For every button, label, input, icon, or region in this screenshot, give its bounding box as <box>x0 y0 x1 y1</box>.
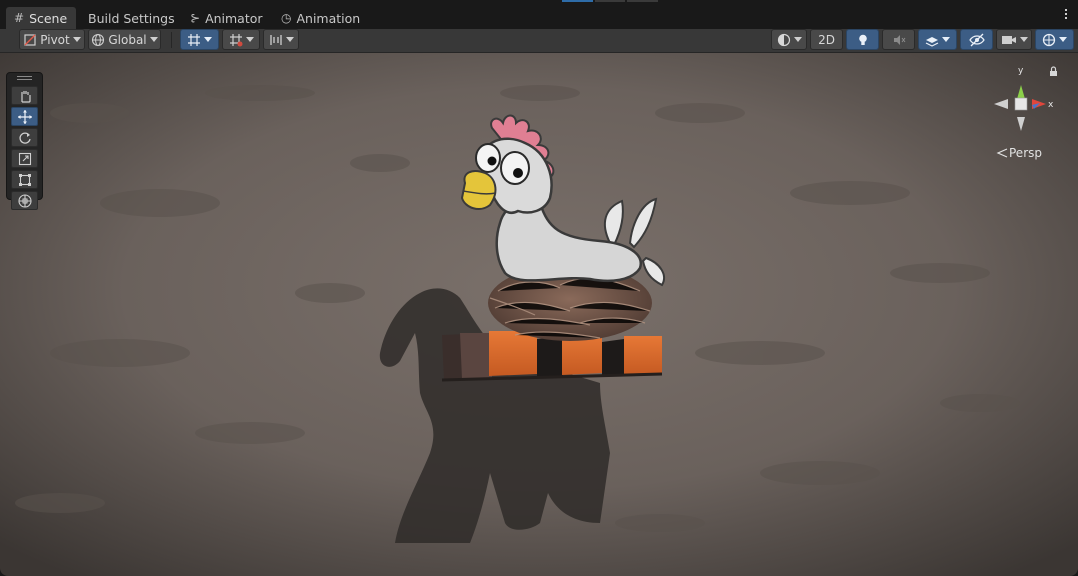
gizmo-neg-y-axis[interactable] <box>1017 117 1025 131</box>
tab-animator[interactable]: ⊱ Animator <box>182 7 271 29</box>
light-bulb-icon <box>858 34 867 45</box>
global-dropdown[interactable]: Global <box>88 29 161 50</box>
2d-mode-toggle[interactable]: 2D <box>810 29 843 50</box>
scale-tool-icon[interactable] <box>11 149 38 168</box>
camera-icon <box>1001 35 1016 44</box>
rotate-tool-icon[interactable] <box>11 128 38 147</box>
rect-tool-icon[interactable] <box>11 170 38 189</box>
scene-toolbar: Pivot Global 2D <box>0 29 1078 53</box>
gizmos-dropdown[interactable] <box>1035 29 1074 50</box>
tab-label: Animator <box>205 10 263 26</box>
effects-dropdown[interactable] <box>918 29 957 50</box>
increment-snap-toggle[interactable] <box>222 29 260 50</box>
grid-snap-icon <box>188 33 200 46</box>
chevron-down-icon <box>72 37 81 42</box>
shading-mode-dropdown[interactable] <box>771 29 807 50</box>
scene-render <box>0 53 1078 576</box>
chevron-down-icon <box>1019 37 1028 42</box>
globe-icon <box>92 33 105 46</box>
projection-label: Persp <box>1009 146 1042 160</box>
more-options-icon[interactable] <box>1064 9 1068 19</box>
tool-palette <box>6 72 43 210</box>
align-dropdown[interactable] <box>263 29 299 50</box>
audio-toggle[interactable] <box>882 29 915 50</box>
lighting-toggle[interactable] <box>846 29 879 50</box>
camera-settings-dropdown[interactable] <box>996 29 1032 50</box>
gizmo-sphere-icon <box>1042 33 1056 46</box>
animator-icon: ⊱ <box>190 11 201 25</box>
lock-icon[interactable] <box>1050 66 1057 76</box>
gizmo-y-axis[interactable] <box>1017 85 1025 99</box>
gizmo-neg-x-axis[interactable] <box>994 99 1008 109</box>
tab-scene[interactable]: # Scene <box>6 7 76 29</box>
tab-label: Scene <box>29 10 68 26</box>
grid-icon: # <box>14 11 25 25</box>
chevron-down-icon <box>793 37 802 42</box>
align-icon <box>269 34 282 45</box>
transform-tool-icon[interactable] <box>11 191 38 210</box>
pivot-label: Pivot <box>40 32 70 47</box>
gizmo-x-label: x <box>1048 100 1054 110</box>
chevron-down-icon <box>942 37 950 42</box>
clock-icon: ◷ <box>281 11 292 25</box>
separator <box>171 32 172 48</box>
effects-layers-icon <box>925 36 939 47</box>
hand-tool-icon[interactable] <box>11 86 38 105</box>
pivot-icon <box>24 33 36 46</box>
2d-label: 2D <box>818 32 835 47</box>
scene-visibility-toggle[interactable] <box>960 29 993 50</box>
shading-sphere-icon <box>777 33 790 46</box>
tab-bar: # Scene Build Settings ⊱ Animator ◷ Anim… <box>0 0 1078 30</box>
scene-viewport[interactable]: y x Persp <box>0 53 1078 576</box>
tab-label: Build Settings <box>88 10 175 26</box>
pivot-dropdown[interactable]: Pivot <box>19 29 85 50</box>
grid-snap-toggle[interactable] <box>180 29 219 50</box>
palette-drag-handle[interactable] <box>11 75 38 84</box>
global-label: Global <box>108 32 147 47</box>
chevron-down-icon <box>285 37 294 42</box>
tab-animation[interactable]: ◷ Animation <box>273 7 368 29</box>
tab-label: Animation <box>296 10 361 26</box>
chevron-down-icon <box>149 37 158 42</box>
audio-muted-icon <box>893 34 905 45</box>
gizmo-y-label: y <box>1018 66 1024 76</box>
top-indicator <box>562 0 659 2</box>
hidden-eye-icon <box>968 33 985 46</box>
perspective-icon <box>996 148 1008 158</box>
move-tool-icon[interactable] <box>11 107 38 126</box>
chevron-down-icon <box>245 37 254 42</box>
chevron-down-icon <box>1059 37 1067 42</box>
tab-build-settings[interactable]: Build Settings <box>80 7 183 29</box>
gizmo-center-cube[interactable] <box>1014 97 1028 111</box>
chevron-down-icon <box>204 37 212 42</box>
increment-snap-icon <box>229 33 242 46</box>
projection-toggle[interactable]: Persp <box>996 146 1042 160</box>
